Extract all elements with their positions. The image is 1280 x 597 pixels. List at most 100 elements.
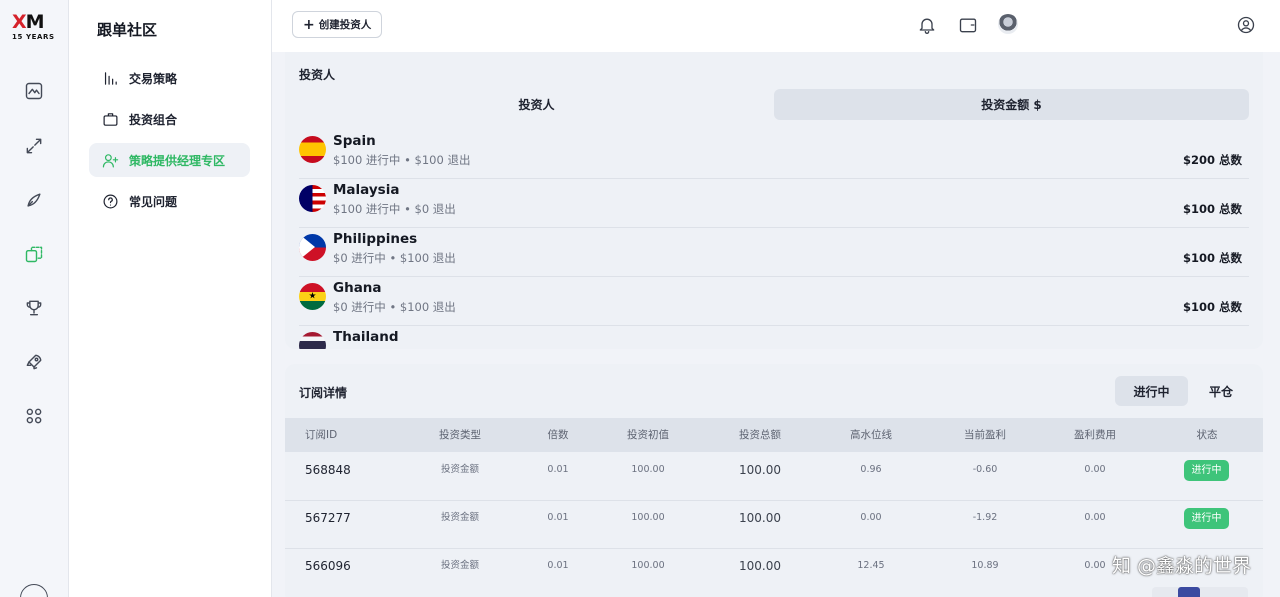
sidebar-item-label: 常见问题 (129, 194, 178, 209)
country-detail: $0 进行中 • $100 退出 (333, 251, 456, 265)
malaysia-flag-icon (299, 185, 326, 212)
pagination[interactable] (1152, 587, 1248, 597)
table-row[interactable]: 567277 投资金额 0.01 100.00 100.00 0.00 -1.9… (285, 501, 1263, 549)
investors-title: 投资人 (299, 68, 336, 82)
status-badge: 进行中 (1184, 508, 1229, 529)
sidebar-item-portfolio[interactable]: 投资组合 (89, 102, 250, 136)
wallet-icon[interactable] (956, 13, 980, 37)
sidebar-item-label: 策略提供经理专区 (129, 153, 226, 168)
subscription-id: 568848 (305, 463, 351, 477)
sidebar-item-label: 投资组合 (129, 112, 178, 127)
high-water-mark: 0.96 (860, 464, 882, 475)
sidebar-item-strategies[interactable]: 交易策略 (89, 61, 250, 95)
bar-chart-icon (104, 71, 117, 85)
settings-icon[interactable] (20, 584, 48, 597)
investors-card: 投资人 投资人 投资金额 $ Spain $100 进行中 • $100 退出 … (285, 52, 1263, 349)
tab-closed[interactable]: 平仓 (1191, 376, 1251, 406)
user-profile-icon[interactable] (1234, 13, 1258, 37)
country-total: $100 总数 (1182, 202, 1242, 216)
current-profit: 10.89 (971, 560, 999, 571)
total-investment: 100.00 (739, 559, 781, 573)
column-header: 订阅ID (305, 429, 338, 441)
multiplier: 0.01 (547, 560, 569, 571)
country-total: $100 总数 (1182, 251, 1242, 265)
column-header: 盈利费用 (1074, 429, 1116, 441)
column-header: 投资初值 (627, 429, 669, 441)
thailand-flag-icon (299, 332, 326, 349)
list-item: Spain $100 进行中 • $100 退出 $200 总数 (299, 130, 1249, 179)
grid-icon[interactable] (22, 404, 46, 428)
status-badge: 进行中 (1184, 460, 1229, 481)
launch-icon[interactable] (22, 350, 46, 374)
tab-active[interactable]: 进行中 (1115, 376, 1188, 406)
total-investment: 100.00 (739, 511, 781, 525)
copy-icon[interactable] (22, 242, 46, 266)
column-header: 当前盈利 (964, 429, 1006, 441)
profit-fee: 0.00 (1084, 512, 1106, 523)
multiplier: 0.01 (547, 464, 569, 475)
subscription-id: 566096 (305, 559, 351, 573)
column-header: 投资类型 (439, 429, 481, 441)
table-row[interactable]: 568848 投资金额 0.01 100.00 100.00 0.96 -0.6… (285, 453, 1263, 501)
sidebar-title: 跟单社区 (97, 21, 158, 39)
plus-icon: + (303, 16, 315, 33)
country-name: Philippines (333, 231, 418, 247)
watermark: 知 @鑫淼的世界 (1112, 555, 1252, 577)
country-total: $100 总数 (1182, 300, 1242, 314)
segment-investors[interactable]: 投资人 (299, 89, 774, 120)
total-investment: 100.00 (739, 463, 781, 477)
current-page-button[interactable] (1178, 587, 1200, 597)
ghana-flag-icon (299, 283, 326, 310)
icon-rail: XM 15 YEARS (0, 0, 69, 597)
help-circle-icon (103, 194, 118, 208)
xm-logo[interactable]: XM 15 YEARS (12, 12, 58, 41)
column-header: 倍数 (547, 429, 569, 441)
list-item: Ghana $0 进行中 • $100 退出 $100 总数 (299, 277, 1249, 326)
rocket-icon[interactable] (22, 188, 46, 212)
avatar[interactable] (998, 14, 1018, 34)
user-plus-icon (102, 153, 119, 167)
country-detail: $0 进行中 • $100 退出 (333, 300, 456, 314)
subscription-title: 订阅详情 (299, 386, 348, 400)
country-name: Malaysia (333, 182, 400, 198)
top-bar: + 创建投资人 (272, 0, 1280, 52)
country-total: $200 总数 (1182, 153, 1242, 167)
transfer-icon[interactable] (22, 134, 46, 158)
chart-icon[interactable] (22, 79, 46, 103)
sidebar: 跟单社区 交易策略 投资组合 策略提供经理专区 常见问题 (69, 0, 272, 597)
initial-investment: 100.00 (631, 512, 665, 523)
create-investor-label: 创建投资人 (318, 19, 372, 31)
country-name: Thailand (333, 329, 399, 345)
column-header: 状态 (1196, 429, 1218, 441)
sidebar-item-strategy-manager[interactable]: 策略提供经理专区 (89, 143, 250, 177)
high-water-mark: 0.00 (860, 512, 882, 523)
current-profit: -0.60 (972, 464, 998, 475)
spain-flag-icon (299, 136, 326, 163)
list-item: Thailand (299, 326, 1249, 349)
country-detail: $100 进行中 • $0 退出 (333, 202, 456, 216)
philippines-flag-icon (299, 234, 326, 261)
trophy-icon[interactable] (22, 296, 46, 320)
column-header: 高水位线 (850, 429, 892, 441)
segment-investment-amount[interactable]: 投资金额 $ (774, 89, 1249, 120)
list-item: Philippines $0 进行中 • $100 退出 $100 总数 (299, 228, 1249, 277)
sidebar-item-label: 交易策略 (129, 71, 178, 86)
initial-investment: 100.00 (631, 464, 665, 475)
profit-fee: 0.00 (1084, 464, 1106, 475)
multiplier: 0.01 (547, 512, 569, 523)
country-detail: $100 进行中 • $100 退出 (333, 153, 471, 167)
investment-type: 投资金额 (440, 560, 479, 571)
bell-icon[interactable] (915, 13, 939, 37)
create-investor-button[interactable]: + 创建投资人 (292, 11, 383, 38)
high-water-mark: 12.45 (857, 560, 885, 571)
logo-years: 15 YEARS (12, 33, 55, 41)
table-header: 订阅ID 投资类型 倍数 投资初值 投资总额 高水位线 当前盈利 盈利费用 状态 (285, 418, 1263, 452)
column-header: 投资总额 (739, 429, 781, 441)
country-name: Ghana (333, 280, 382, 296)
investment-type: 投资金额 (440, 512, 479, 523)
investment-type: 投资金额 (440, 464, 479, 475)
subscription-id: 567277 (305, 511, 351, 525)
briefcase-icon (103, 112, 118, 126)
sidebar-item-faq[interactable]: 常见问题 (89, 184, 250, 218)
current-profit: -1.92 (972, 512, 998, 523)
